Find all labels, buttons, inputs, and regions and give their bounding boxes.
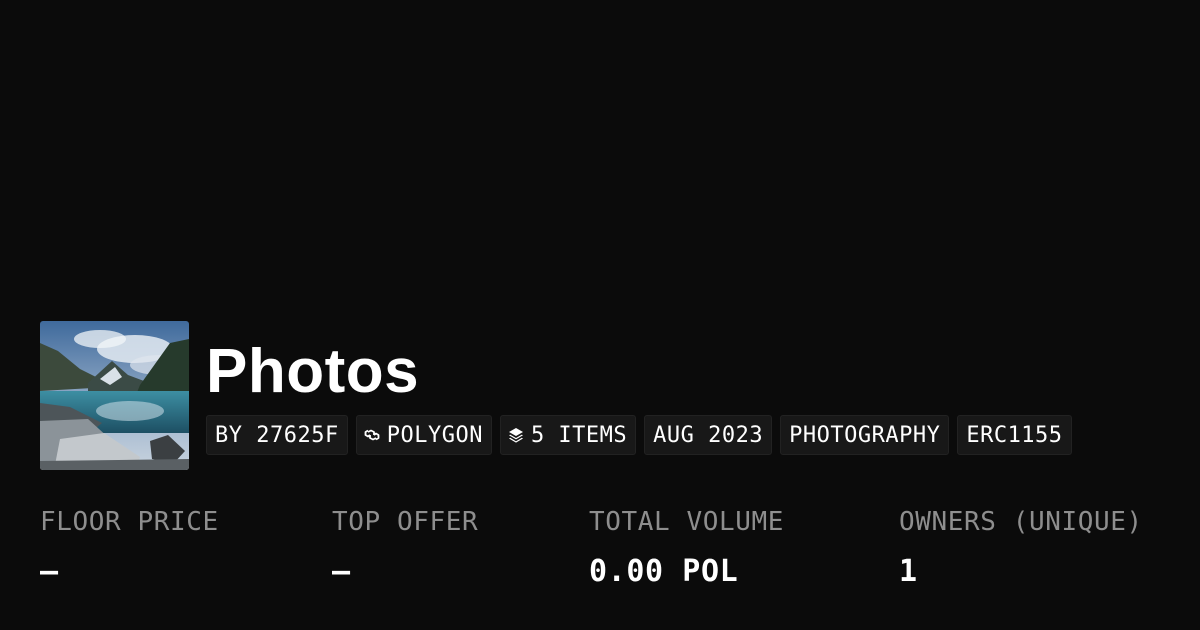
chain-tag[interactable]: POLYGON	[355, 415, 492, 455]
polygon-icon	[363, 426, 381, 444]
items-tag-label: 5 ITEMS	[530, 422, 628, 448]
floor-price-value: –	[40, 554, 59, 589]
floor-price-label: FLOOR PRICE	[40, 507, 219, 537]
category-tag-label: PHOTOGRAPHY	[789, 422, 941, 448]
total-volume-stat: TOTAL VOLUME 0.00 POL	[589, 505, 784, 589]
creator-tag-label: BY 27625F	[215, 422, 339, 448]
total-volume-value: 0.00 POL	[589, 554, 739, 589]
top-offer-value: –	[332, 554, 351, 589]
items-tag[interactable]: 5 ITEMS	[499, 415, 637, 455]
creator-tag[interactable]: BY 27625F	[206, 415, 348, 455]
collection-title: Photos	[206, 337, 420, 406]
owners-label: OWNERS (UNIQUE)	[899, 507, 1143, 537]
floor-price-stat: FLOOR PRICE –	[40, 505, 219, 589]
top-offer-label: TOP OFFER	[332, 507, 479, 537]
total-volume-label: TOTAL VOLUME	[589, 507, 785, 537]
tag-list: BY 27625F POLYGON 5 ITEMS AUG 2023 PHOTO…	[206, 415, 1072, 455]
standard-tag[interactable]: ERC1155	[957, 415, 1072, 455]
top-offer-stat: TOP OFFER –	[332, 505, 478, 589]
date-tag-label: AUG 2023	[653, 422, 764, 448]
owners-stat: OWNERS (UNIQUE) 1	[899, 505, 1143, 589]
standard-tag-label: ERC1155	[966, 422, 1063, 448]
layers-icon	[507, 426, 525, 444]
date-tag[interactable]: AUG 2023	[644, 415, 773, 455]
chain-tag-label: POLYGON	[386, 422, 483, 448]
collection-image	[40, 321, 189, 470]
category-tag[interactable]: PHOTOGRAPHY	[780, 415, 950, 455]
owners-value: 1	[899, 554, 918, 589]
